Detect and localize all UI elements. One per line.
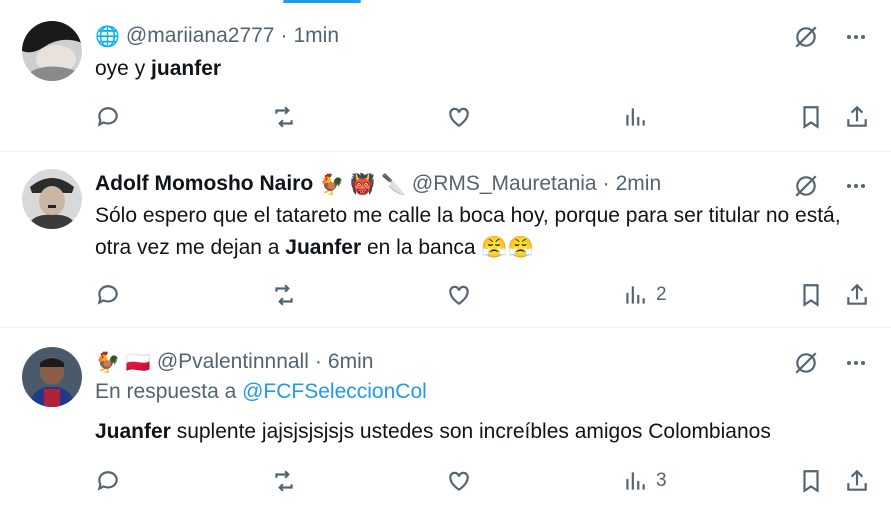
timestamp[interactable]: 1min [293,24,339,48]
user-handle[interactable]: @mariiana2777 [126,24,275,48]
reply-icon [97,107,118,127]
reply-mention-link[interactable]: @FCFSeleccionCol [242,380,427,403]
retweet-icon [275,470,293,492]
tweet-actions: 2 [93,279,875,311]
tweet[interactable]: Adolf Momosho Nairo 🐓 👹 🔪 @RMS_Mauretani… [0,152,891,328]
avatar[interactable] [22,169,82,229]
timestamp[interactable]: 2min [616,172,662,196]
reply-context: En respuesta a @FCFSeleccionCol [95,380,427,403]
bookmark-button[interactable] [798,279,824,311]
tweet-text: Sólo espero que el tatareto me calle la … [95,204,841,259]
bookmark-icon [803,470,819,493]
reply-button[interactable] [95,279,121,311]
views-button[interactable]: 3 [622,465,667,497]
reply-button[interactable] [95,101,121,133]
separator: · [314,350,322,373]
poland-flag-icon: 🇵🇱 [125,351,151,374]
user-handle[interactable]: @Pvalentinnnall [157,350,309,374]
share-icon [847,469,867,491]
like-button[interactable] [446,101,472,133]
more-icon[interactable] [841,348,871,378]
tweet[interactable]: 🐓 🇵🇱 @Pvalentinnnall · 6min En respuesta… [0,328,891,507]
tweet-top-actions [791,348,871,378]
avatar[interactable] [22,21,82,81]
share-button[interactable] [844,101,870,133]
timestamp[interactable]: 6min [328,350,374,374]
tweet-header: 🌐 @mariiana2777 · 1min [95,22,781,50]
heart-icon [449,285,469,305]
tweet-header: 🐓 🇵🇱 @Pvalentinnnall · 6min [95,348,781,376]
tweet-top-actions [791,171,871,201]
retweet-button[interactable] [271,279,297,311]
tweet-actions: 3 [93,465,875,497]
bookmark-icon [803,284,819,307]
share-button[interactable] [844,279,870,311]
like-button[interactable] [446,465,472,497]
share-icon [847,105,867,127]
views-count: 3 [656,470,667,491]
separator: · [280,24,288,47]
bold-mention: juanfer [151,57,222,80]
avatar[interactable] [22,347,82,407]
analytics-icon [626,472,645,490]
globe-icon: 🌐 [95,25,120,48]
display-name[interactable]: Adolf Momosho Nairo [95,172,313,196]
heart-icon [449,107,469,127]
grok-icon[interactable] [791,171,821,201]
views-count: 2 [656,284,667,305]
tweet-text: Juanfer suplente jajsjsjsjsjs ustedes so… [95,420,771,443]
reply-icon [97,471,118,491]
views-button[interactable] [622,101,656,133]
retweet-button[interactable] [271,465,297,497]
rooster-icon: 🐓 [319,173,345,196]
views-button[interactable]: 2 [622,279,667,311]
tweet-actions [93,101,875,133]
grok-icon[interactable] [791,348,821,378]
like-button[interactable] [446,279,472,311]
retweet-icon [275,284,293,306]
ogre-icon: 👹 [350,173,375,196]
tweet[interactable]: 🌐 @mariiana2777 · 1min oye y juanfer [0,0,891,152]
rooster-icon: 🐓 [95,351,120,374]
tweet-text: oye y juanfer [95,57,222,80]
analytics-icon [626,108,645,126]
retweet-icon [275,106,293,128]
user-handle[interactable]: @RMS_Mauretania [412,172,597,196]
share-button[interactable] [844,465,870,497]
grok-icon[interactable] [791,22,821,52]
reply-icon [97,285,118,305]
bookmark-button[interactable] [798,101,824,133]
bold-mention: Juanfer [95,420,171,443]
share-icon [847,283,867,305]
more-icon[interactable] [841,22,871,52]
knife-icon: 🔪 [380,173,406,196]
heart-icon [449,471,469,491]
bookmark-icon [803,106,819,129]
bold-mention: Juanfer [285,236,362,259]
reply-button[interactable] [95,465,121,497]
separator: · [602,172,610,195]
retweet-button[interactable] [271,101,297,133]
tweet-top-actions [791,22,871,52]
bookmark-button[interactable] [798,465,824,497]
analytics-icon [626,286,645,304]
tweet-header: Adolf Momosho Nairo 🐓 👹 🔪 @RMS_Mauretani… [95,170,781,198]
more-icon[interactable] [841,171,871,201]
